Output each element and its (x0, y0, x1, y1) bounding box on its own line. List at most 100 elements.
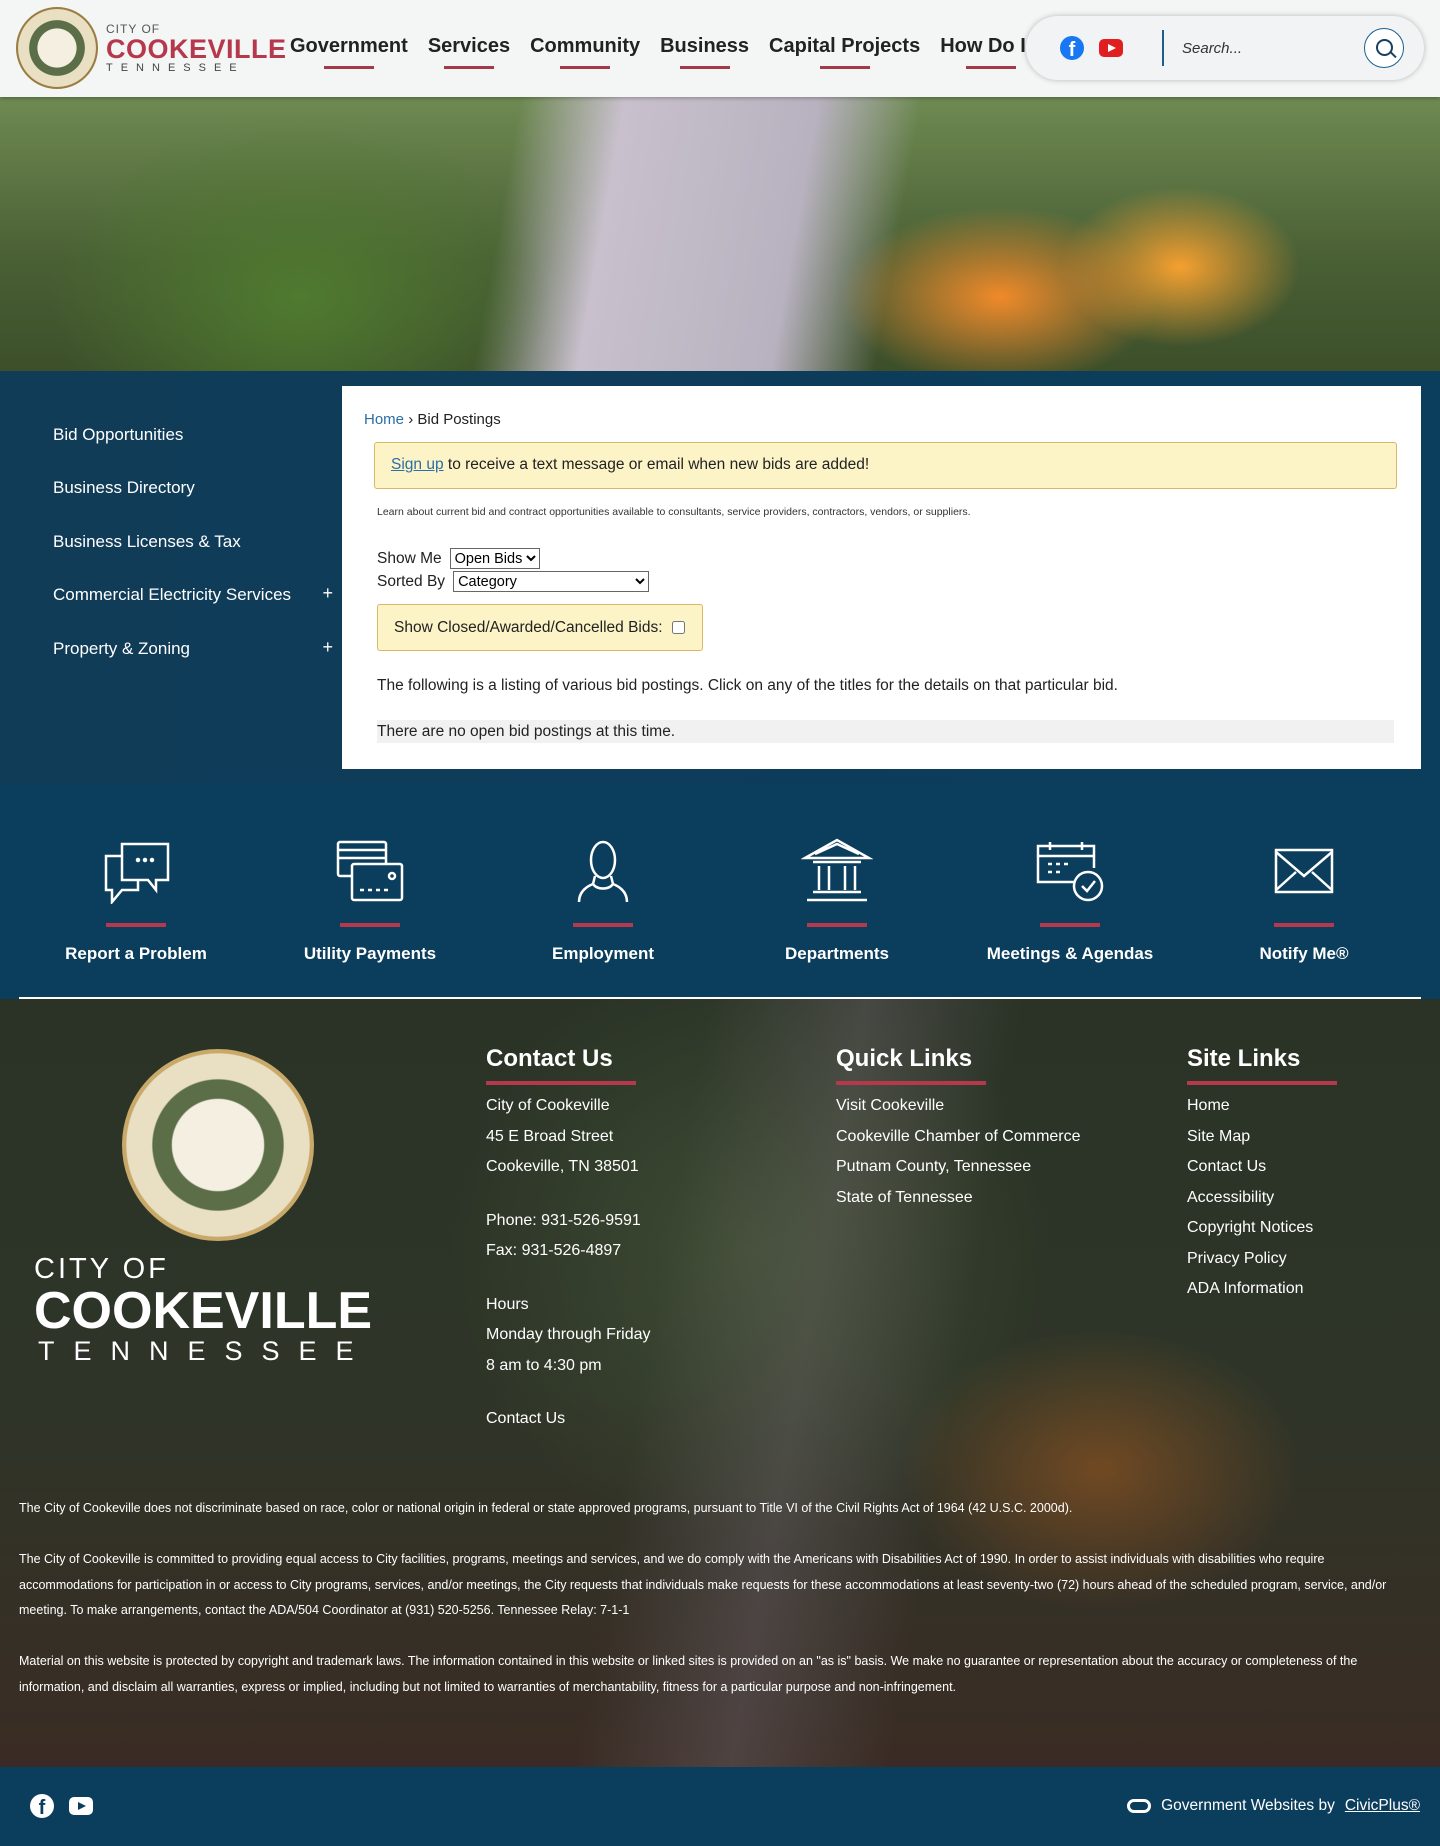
site-header: CITY OF COOKEVILLE TENNESSEE Government … (0, 0, 1440, 97)
search-button[interactable] (1364, 28, 1404, 68)
quick-links-band: Report a Problem Utility Payments Employ… (0, 783, 1440, 997)
sorted-by-select[interactable]: Category (453, 571, 650, 592)
footer-link[interactable]: Accessibility (1187, 1189, 1337, 1220)
signup-notice: Sign up to receive a text message or ema… (374, 442, 1397, 489)
breadcrumb-separator: › (408, 411, 414, 428)
footer-contact: Contact Us City of Cookeville 45 E Broad… (486, 1045, 651, 1441)
footer-contact-us-link[interactable]: Contact Us (486, 1410, 651, 1441)
footer-link[interactable]: Home (1187, 1097, 1337, 1128)
accent-bar (340, 923, 400, 927)
sidebar-item-bid-opportunities[interactable]: Bid Opportunities (53, 425, 333, 445)
show-closed-box: Show Closed/Awarded/Cancelled Bids: (377, 604, 703, 651)
payment-card-icon (336, 840, 404, 902)
quick-link-label: Meetings & Agendas (986, 944, 1154, 963)
quick-link-employment[interactable]: Employment (503, 838, 703, 964)
civicplus-link[interactable]: CivicPlus® (1345, 1797, 1420, 1815)
sidebar-item-business-licenses[interactable]: Business Licenses & Tax (53, 532, 333, 552)
footer-logo-line3: TENNESSEE (38, 1336, 373, 1366)
contact-street: 45 E Broad Street (486, 1127, 614, 1145)
quick-link-label: Notify Me® (1259, 944, 1349, 963)
footer-link[interactable]: Copyright Notices (1187, 1219, 1337, 1250)
footer-link[interactable]: ADA Information (1187, 1280, 1337, 1311)
contact-hours-days: Monday through Friday (486, 1326, 651, 1343)
quick-link-notify-me[interactable]: Notify Me® (1204, 838, 1404, 964)
sorted-by-label: Sorted By (377, 572, 446, 590)
civicplus-icon (1127, 1799, 1152, 1813)
sorted-by-control: Sorted By Category (377, 571, 650, 592)
content-section: Bid Opportunities Business Directory Bus… (0, 371, 1440, 783)
intro-text: Learn about current bid and contract opp… (377, 506, 971, 518)
quick-link-meetings-agendas[interactable]: Meetings & Agendas (970, 838, 1170, 964)
disclaimer-title-vi: The City of Cookeville does not discrimi… (19, 1501, 1073, 1515)
footer-link[interactable]: Site Map (1187, 1128, 1337, 1159)
facebook-icon[interactable]: f (30, 1794, 54, 1819)
utility-bar: f (1026, 16, 1424, 80)
accent-bar (1040, 923, 1100, 927)
search-input[interactable] (1182, 32, 1352, 64)
sidebar-item-commercial-electricity[interactable]: Commercial Electricity Services + (53, 583, 333, 605)
quick-link-label: Departments (785, 944, 889, 963)
building-icon (801, 838, 873, 902)
contact-fax: Fax: 931-526-4897 (486, 1242, 622, 1259)
footer-site-links: Site Links Home Site Map Contact Us Acce… (1187, 1045, 1337, 1311)
breadcrumb-home[interactable]: Home (364, 411, 404, 428)
main-nav: Government Services Community Business C… (280, 0, 1052, 97)
accent-bar (1274, 923, 1334, 927)
city-seal-logo[interactable] (16, 7, 98, 89)
person-icon (577, 840, 629, 903)
sidebar-item-label: Business Directory (53, 478, 195, 497)
sidebar-item-business-directory[interactable]: Business Directory (53, 478, 333, 498)
breadcrumb-current: Bid Postings (417, 411, 501, 428)
quick-link-departments[interactable]: Departments (737, 838, 937, 964)
civicplus-credit: Government Websites by CivicPlus® (1127, 1797, 1420, 1815)
youtube-icon[interactable] (69, 1797, 93, 1815)
chat-bubbles-icon (104, 842, 170, 904)
footer-link[interactable]: Contact Us (1187, 1158, 1337, 1189)
footer-contact-title: Contact Us (486, 1045, 636, 1085)
footer-link[interactable]: Cookeville Chamber of Commerce (836, 1128, 1081, 1159)
show-closed-label: Show Closed/Awarded/Cancelled Bids: (394, 618, 663, 636)
nav-services[interactable]: Services (418, 0, 520, 97)
sidebar-item-property-zoning[interactable]: Property & Zoning + (53, 637, 333, 659)
footer-city-seal (122, 1049, 314, 1241)
logo-line2: COOKEVILLE (106, 34, 287, 64)
quick-link-label: Report a Problem (65, 944, 207, 963)
show-closed-checkbox[interactable] (671, 621, 685, 634)
contact-name: City of Cookeville (486, 1097, 610, 1114)
footer-link[interactable]: Privacy Policy (1187, 1250, 1337, 1281)
disclaimer-copyright: Material on this website is protected by… (19, 1654, 1358, 1694)
footer-logo[interactable]: CITY OF COOKEVILLE TENNESSEE (34, 1253, 373, 1367)
quick-link-report-problem[interactable]: Report a Problem (36, 838, 236, 964)
nav-capital-projects[interactable]: Capital Projects (759, 0, 930, 97)
main-panel: Home › Bid Postings Sign up to receive a… (342, 386, 1421, 769)
nav-government[interactable]: Government (280, 0, 418, 97)
nav-business[interactable]: Business (650, 0, 759, 97)
divider (1162, 30, 1164, 66)
quick-link-label: Utility Payments (303, 944, 437, 963)
nav-community[interactable]: Community (520, 0, 650, 97)
expand-icon[interactable]: + (322, 583, 333, 604)
accent-bar (807, 923, 867, 927)
show-me-control: Show Me Open Bids (377, 548, 540, 569)
show-me-select[interactable]: Open Bids (449, 548, 540, 569)
footer-quick-links-title: Quick Links (836, 1045, 986, 1085)
breadcrumb: Home › Bid Postings (364, 411, 501, 428)
facebook-icon[interactable]: f (1060, 36, 1084, 61)
signup-text: to receive a text message or email when … (443, 456, 870, 473)
footer-link[interactable]: Visit Cookeville (836, 1097, 1081, 1128)
youtube-icon[interactable] (1099, 39, 1123, 57)
footer-link[interactable]: State of Tennessee (836, 1189, 1081, 1220)
sidebar-item-label: Commercial Electricity Services (53, 585, 292, 604)
signup-link[interactable]: Sign up (391, 456, 444, 473)
quick-link-utility-payments[interactable]: Utility Payments (270, 838, 470, 964)
footer-logo-line2: COOKEVILLE (34, 1282, 373, 1340)
quick-link-label: Employment (551, 944, 655, 963)
sidebar-item-label: Business Licenses & Tax (53, 532, 241, 551)
accent-bar (573, 923, 633, 927)
expand-icon[interactable]: + (322, 637, 333, 658)
city-logo-text[interactable]: CITY OF COOKEVILLE TENNESSEE (106, 22, 287, 74)
hero-banner-image (0, 97, 1440, 371)
contact-hours-time: 8 am to 4:30 pm (486, 1356, 602, 1374)
footer-link[interactable]: Putnam County, Tennessee (836, 1158, 1081, 1189)
contact-city: Cookeville, TN 38501 (486, 1158, 639, 1175)
